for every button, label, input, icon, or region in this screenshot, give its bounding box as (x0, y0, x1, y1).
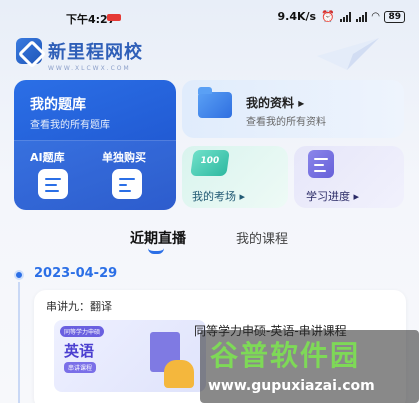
logo-url: WWW.XLCWX.COM (48, 65, 131, 72)
paper-plane-icon (317, 38, 379, 70)
active-tab-indicator (148, 248, 164, 254)
study-progress-card[interactable]: 学习进度 ▸ (294, 146, 404, 208)
my-materials-subtitle: 查看我的所有资料 (246, 117, 326, 128)
purchase-check-icon[interactable] (112, 169, 142, 199)
status-bar: 下午4:27 9.4K/s ⏰ ◠ 89 (0, 0, 419, 30)
student-figure-icon (164, 360, 194, 388)
watermark-title: 谷普软件园 (210, 339, 361, 372)
live-session-subtitle: 串讲九：翻译 (46, 300, 112, 313)
signal-icon (339, 11, 351, 22)
watermark: 谷普软件园 www.gupuxiazai.com (200, 330, 419, 403)
battery-icon: 89 (384, 10, 405, 23)
thumb-badge: 同等学力申硕 (60, 326, 105, 337)
folder-icon (198, 87, 232, 118)
timeline-date: 2023-04-29 (34, 266, 118, 281)
timeline-dot (14, 270, 24, 280)
question-bank-card[interactable]: 我的题库 查看我的所有题库 AI题库 单独购买 (14, 80, 176, 210)
notification-badge (107, 14, 121, 21)
signal-icon-2 (355, 11, 367, 22)
alarm-icon: ⏰ (321, 10, 335, 23)
exam-score-icon: 100 (190, 150, 230, 176)
question-bank-actions: AI题库 单独购买 (14, 140, 176, 210)
network-speed: 9.4K/s (277, 10, 317, 23)
ai-question-bank-button[interactable]: AI题库 (30, 149, 65, 165)
my-materials-card[interactable]: 我的资料 ▸ 查看我的所有资料 (182, 80, 404, 138)
my-materials-title: 我的资料 ▸ (246, 96, 305, 110)
tab-recent-live[interactable]: 近期直播 (130, 228, 186, 248)
thumb-subject: 英语 (64, 342, 95, 360)
app-logo: 新里程网校 WWW.XLCWX.COM (16, 38, 143, 72)
wifi-icon: ◠ (371, 11, 380, 22)
my-exam-title: 我的考场 ▸ (192, 190, 246, 203)
study-progress-title: 学习进度 ▸ (306, 190, 360, 203)
logo-name: 新里程网校 (48, 42, 143, 63)
logo-mark-icon (16, 38, 42, 64)
question-bank-subtitle: 查看我的所有题库 (30, 120, 110, 131)
question-bank-title: 我的题库 (30, 97, 86, 113)
tab-my-courses[interactable]: 我的课程 (236, 228, 288, 247)
my-exam-card[interactable]: 100 我的考场 ▸ (182, 146, 288, 208)
progress-list-icon (308, 150, 334, 178)
watermark-url: www.gupuxiazai.com (208, 378, 375, 394)
thumb-tag: 串讲课程 (64, 362, 97, 373)
status-icons: 9.4K/s ⏰ ◠ 89 (277, 10, 405, 23)
timeline-line (18, 282, 20, 403)
ai-bank-doc-icon[interactable] (38, 169, 68, 199)
single-purchase-button[interactable]: 单独购买 (102, 149, 146, 165)
live-thumbnail[interactable]: 同等学力申硕 英语 串讲课程 (54, 320, 206, 392)
